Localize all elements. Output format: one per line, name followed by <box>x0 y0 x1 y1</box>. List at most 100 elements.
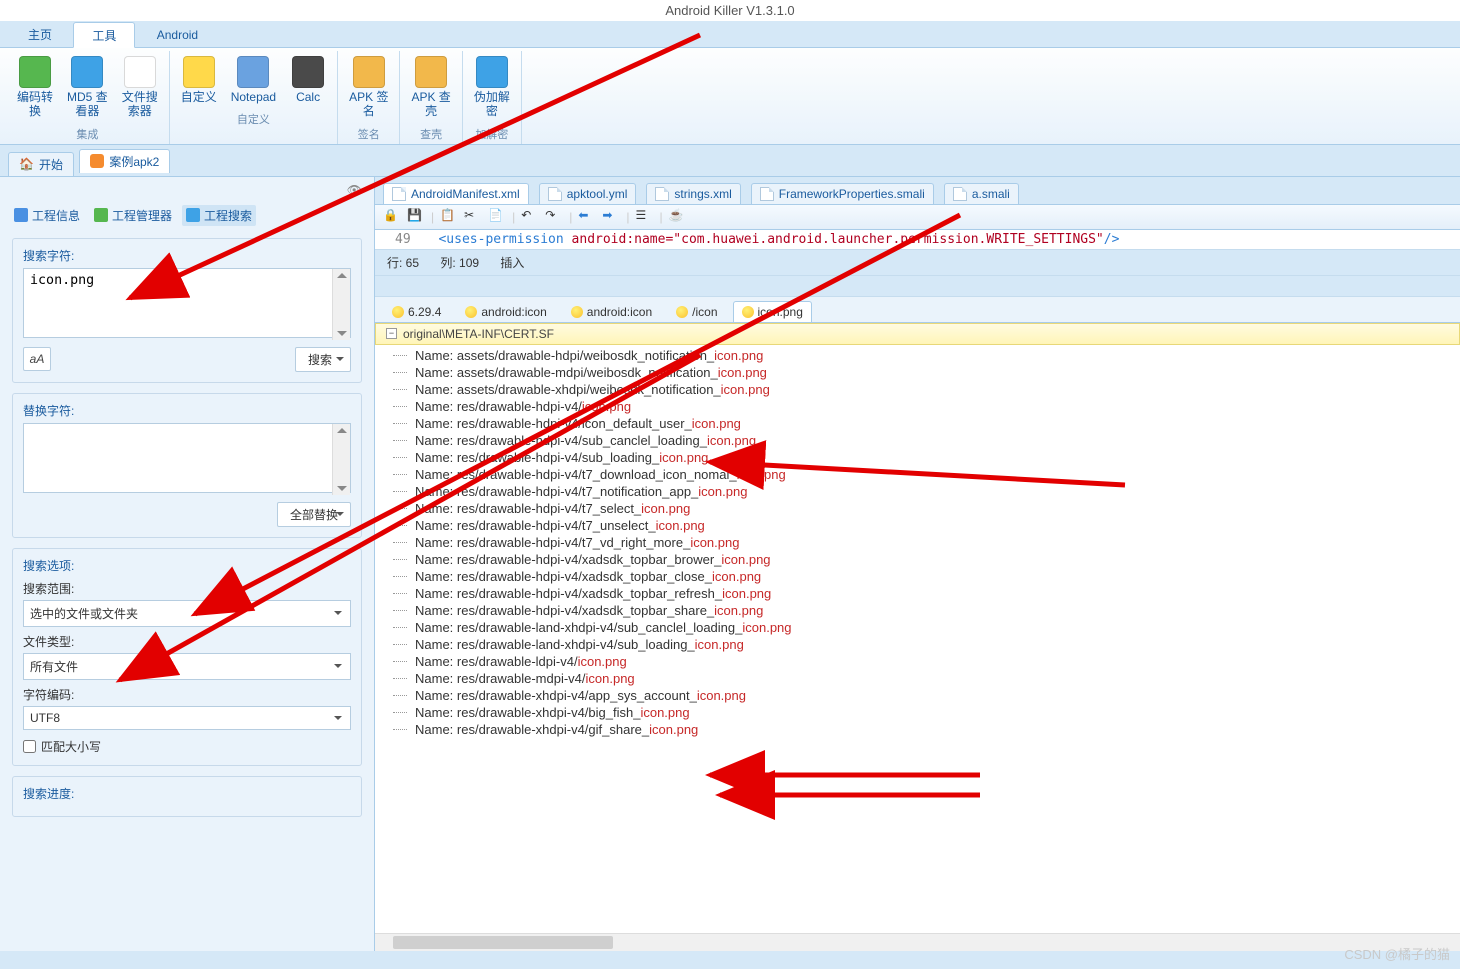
tab-project[interactable]: 案例apk2 <box>79 149 170 173</box>
result-row[interactable]: Name: res/drawable-hdpi-v4/icon_default_… <box>375 415 1460 432</box>
tab-project-manager-label: 工程管理器 <box>112 207 172 224</box>
search-input[interactable] <box>23 268 351 338</box>
scrollbar-icon[interactable] <box>332 424 350 495</box>
replace-all-button[interactable]: 全部替换 <box>277 502 351 527</box>
result-tab[interactable]: /icon <box>667 301 726 322</box>
manager-icon <box>94 208 108 222</box>
filetype-select[interactable]: 所有文件 <box>23 653 351 680</box>
tab-project-manager[interactable]: 工程管理器 <box>90 205 176 226</box>
save-icon[interactable]: 💾 <box>407 208 425 226</box>
result-row[interactable]: Name: assets/drawable-hdpi/weibosdk_noti… <box>375 347 1460 364</box>
result-header-path: original\META-INF\CERT.SF <box>403 327 554 341</box>
cut-icon[interactable]: ✂ <box>464 208 482 226</box>
font-case-button[interactable]: aA <box>23 347 51 371</box>
file-icon <box>655 187 669 201</box>
filetype-label: 文件类型: <box>23 633 351 650</box>
result-row[interactable]: Name: res/drawable-hdpi-v4/sub_loading_i… <box>375 449 1460 466</box>
tab-project-search[interactable]: 工程搜索 <box>182 205 256 226</box>
result-row[interactable]: Name: res/drawable-mdpi-v4/icon.png <box>375 670 1460 687</box>
tab-project-info[interactable]: 工程信息 <box>10 205 84 226</box>
copy-icon[interactable]: 📋 <box>440 208 458 226</box>
result-row[interactable]: Name: res/drawable-xhdpi-v4/app_sys_acco… <box>375 687 1460 704</box>
result-row[interactable]: Name: res/drawable-hdpi-v4/xadsdk_topbar… <box>375 602 1460 619</box>
result-row[interactable]: Name: res/drawable-hdpi-v4/icon.png <box>375 398 1460 415</box>
result-list[interactable]: Name: assets/drawable-hdpi/weibosdk_noti… <box>375 345 1460 933</box>
result-header[interactable]: − original\META-INF\CERT.SF <box>375 323 1460 345</box>
collapse-icon[interactable]: − <box>386 328 397 339</box>
menu-android[interactable]: Android <box>139 24 216 45</box>
paste-icon[interactable]: 📄 <box>488 208 506 226</box>
code-value: "com.huawei.android.launcher.permission.… <box>673 232 1103 247</box>
result-tab[interactable]: icon.png <box>733 301 812 322</box>
java-icon[interactable]: ☕ <box>669 208 687 226</box>
redo-icon[interactable]: ↷ <box>545 208 563 226</box>
result-row[interactable]: Name: res/drawable-xhdpi-v4/big_fish_ico… <box>375 704 1460 721</box>
scope-label: 搜索范围: <box>23 580 351 597</box>
result-tab-label: android:icon <box>481 305 546 319</box>
match-case-checkbox[interactable]: 匹配大小写 <box>23 738 351 755</box>
ribbon-button[interactable]: Notepad <box>225 52 282 108</box>
file-icon <box>953 187 967 201</box>
ribbon-button[interactable]: 自定义 <box>175 52 223 108</box>
result-row[interactable]: Name: res/drawable-ldpi-v4/icon.png <box>375 653 1460 670</box>
list-icon[interactable]: ☰ <box>636 208 654 226</box>
ribbon-button[interactable]: APK 查 壳 <box>405 52 456 123</box>
ribbon-button[interactable]: 伪加解 密 <box>468 52 516 123</box>
result-highlight: icon.png <box>742 620 791 635</box>
result-row[interactable]: Name: res/drawable-land-xhdpi-v4/sub_can… <box>375 619 1460 636</box>
status-bar: 行: 65 列: 109 插入 <box>375 249 1460 276</box>
scrollbar-icon[interactable] <box>332 269 350 340</box>
back-arrow-icon[interactable]: ⬅ <box>578 208 596 226</box>
ribbon-label: 文件搜 索器 <box>122 90 158 119</box>
tab-start[interactable]: 🏠开始 <box>8 152 74 176</box>
result-highlight: icon.png <box>737 467 786 482</box>
menu-tools[interactable]: 工具 <box>73 22 135 48</box>
ribbon-label: APK 查 壳 <box>411 90 450 119</box>
search-button[interactable]: 搜索 <box>295 347 351 372</box>
result-row[interactable]: Name: assets/drawable-mdpi/weibosdk_noti… <box>375 364 1460 381</box>
result-row[interactable]: Name: res/drawable-hdpi-v4/t7_select_ico… <box>375 500 1460 517</box>
result-row[interactable]: Name: res/drawable-hdpi-v4/t7_download_i… <box>375 466 1460 483</box>
result-tab[interactable]: android:icon <box>562 301 661 322</box>
undo-icon[interactable]: ↶ <box>521 208 539 226</box>
ribbon-button[interactable]: 文件搜 索器 <box>116 52 164 123</box>
result-row[interactable]: Name: assets/drawable-xhdpi/weibosdk_not… <box>375 381 1460 398</box>
result-highlight: icon.png <box>697 688 746 703</box>
result-tab[interactable]: 6.29.4 <box>383 301 450 322</box>
file-tab[interactable]: a.smali <box>944 183 1019 204</box>
ribbon-button[interactable]: APK 签 名 <box>343 52 394 123</box>
lock-icon[interactable]: 🔒 <box>383 208 401 226</box>
result-row[interactable]: Name: res/drawable-hdpi-v4/t7_vd_right_m… <box>375 534 1460 551</box>
result-tab[interactable]: android:icon <box>456 301 555 322</box>
file-tab[interactable]: FrameworkProperties.smali <box>751 183 934 204</box>
result-row[interactable]: Name: res/drawable-hdpi-v4/xadsdk_topbar… <box>375 568 1460 585</box>
result-row[interactable]: Name: res/drawable-hdpi-v4/t7_unselect_i… <box>375 517 1460 534</box>
result-row[interactable]: Name: res/drawable-hdpi-v4/t7_notificati… <box>375 483 1460 500</box>
file-tab[interactable]: strings.xml <box>646 183 740 204</box>
ribbon-button[interactable]: MD5 查 看器 <box>61 52 114 123</box>
ribbon-button[interactable]: Calc <box>284 52 332 108</box>
line-number: 49 <box>395 232 411 247</box>
forward-arrow-icon[interactable]: ➡ <box>602 208 620 226</box>
result-row[interactable]: Name: res/drawable-hdpi-v4/sub_canclel_l… <box>375 432 1460 449</box>
result-row[interactable]: Name: res/drawable-hdpi-v4/xadsdk_topbar… <box>375 551 1460 568</box>
scope-select[interactable]: 选中的文件或文件夹 <box>23 600 351 627</box>
result-row[interactable]: Name: res/drawable-land-xhdpi-v4/sub_loa… <box>375 636 1460 653</box>
file-tab[interactable]: AndroidManifest.xml <box>383 183 529 204</box>
editor-toolbar: 🔒 💾 | 📋 ✂ 📄 | ↶ ↷ | ⬅ ➡ | ☰ | ☕ <box>375 204 1460 230</box>
file-tab[interactable]: apktool.yml <box>539 183 637 204</box>
horizontal-scrollbar[interactable] <box>375 933 1460 951</box>
result-row[interactable]: Name: res/drawable-xhdpi-v4/gif_share_ic… <box>375 721 1460 738</box>
ribbon-button[interactable]: 编码转 换 <box>11 52 59 123</box>
encoding-select[interactable]: UTF8 <box>23 706 351 730</box>
ribbon-label: 伪加解 密 <box>474 90 510 119</box>
ribbon-label: Notepad <box>231 90 276 104</box>
match-case-input[interactable] <box>23 740 36 753</box>
replace-input[interactable] <box>23 423 351 493</box>
result-tab-label: android:icon <box>587 305 652 319</box>
result-row[interactable]: Name: res/drawable-hdpi-v4/xadsdk_topbar… <box>375 585 1460 602</box>
eye-icon[interactable]: 👁 <box>347 183 362 197</box>
ribbon-icon <box>19 56 51 88</box>
scroll-thumb[interactable] <box>393 936 613 949</box>
menu-home[interactable]: 主页 <box>10 22 70 46</box>
